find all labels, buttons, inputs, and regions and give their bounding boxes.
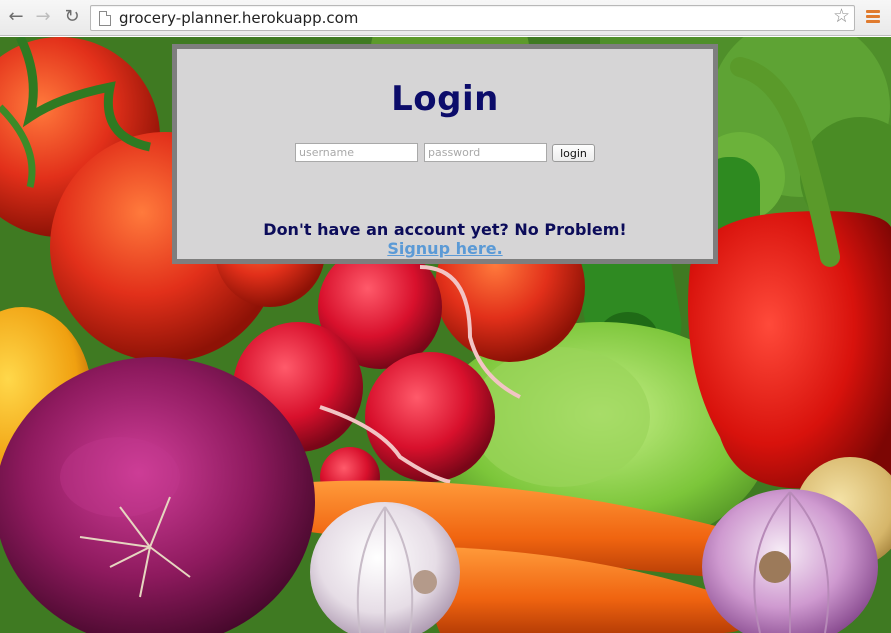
password-input[interactable] xyxy=(424,143,547,162)
url-text[interactable]: grocery-planner.herokuapp.com xyxy=(119,9,358,27)
page-icon xyxy=(99,11,111,26)
login-panel: Login login Don't have an account yet? N… xyxy=(172,44,718,264)
hamburger-menu-icon[interactable] xyxy=(866,10,881,24)
back-arrow-icon[interactable]: ← xyxy=(5,6,27,28)
username-input[interactable] xyxy=(295,143,418,162)
page-viewport: Login login Don't have an account yet? N… xyxy=(0,37,891,633)
signup-link[interactable]: Signup here. xyxy=(177,239,713,258)
address-bar[interactable]: grocery-planner.herokuapp.com ☆ xyxy=(90,5,855,31)
login-title: Login xyxy=(391,79,499,119)
no-account-text: Don't have an account yet? No Problem! xyxy=(263,220,627,239)
browser-toolbar: ← → ↻ grocery-planner.herokuapp.com ☆ xyxy=(0,0,891,36)
star-icon[interactable]: ☆ xyxy=(833,7,850,26)
forward-arrow-icon[interactable]: → xyxy=(32,6,54,28)
login-button[interactable]: login xyxy=(552,144,595,162)
reload-icon[interactable]: ↻ xyxy=(61,6,83,28)
